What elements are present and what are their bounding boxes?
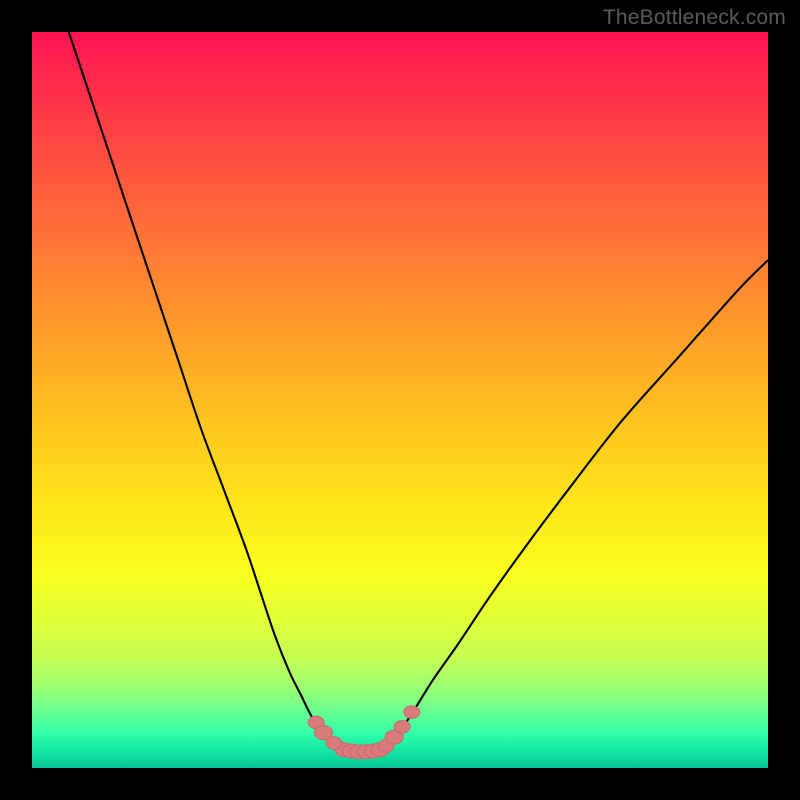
watermark-text: TheBottleneck.com: [603, 6, 786, 30]
right-curve: [378, 260, 768, 749]
chart-svg: [32, 32, 768, 768]
bead: [326, 737, 342, 749]
bead-cluster: [308, 706, 420, 759]
plot-area: [32, 32, 768, 768]
outer-frame: TheBottleneck.com: [0, 0, 800, 800]
left-curve: [69, 32, 345, 750]
bead: [394, 721, 410, 733]
bead: [404, 706, 420, 718]
